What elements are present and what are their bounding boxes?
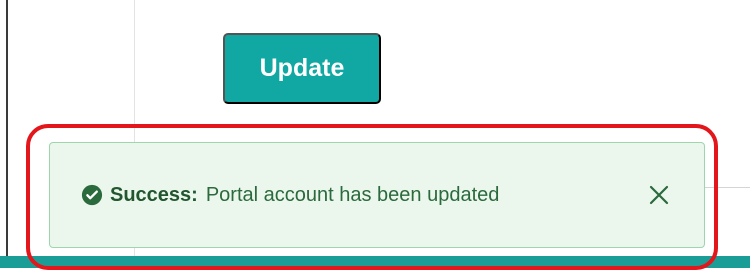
check-circle-icon <box>81 184 103 206</box>
section-divider <box>704 187 750 188</box>
close-icon[interactable] <box>647 183 671 207</box>
window-left-edge <box>6 0 8 258</box>
footer-band <box>0 256 750 268</box>
toast-status-label: Success: <box>110 183 198 206</box>
toast-message: Portal account has been updated <box>205 183 500 206</box>
success-toast: Success: Portal account has been updated <box>49 142 705 248</box>
update-button[interactable]: Update <box>223 33 381 104</box>
